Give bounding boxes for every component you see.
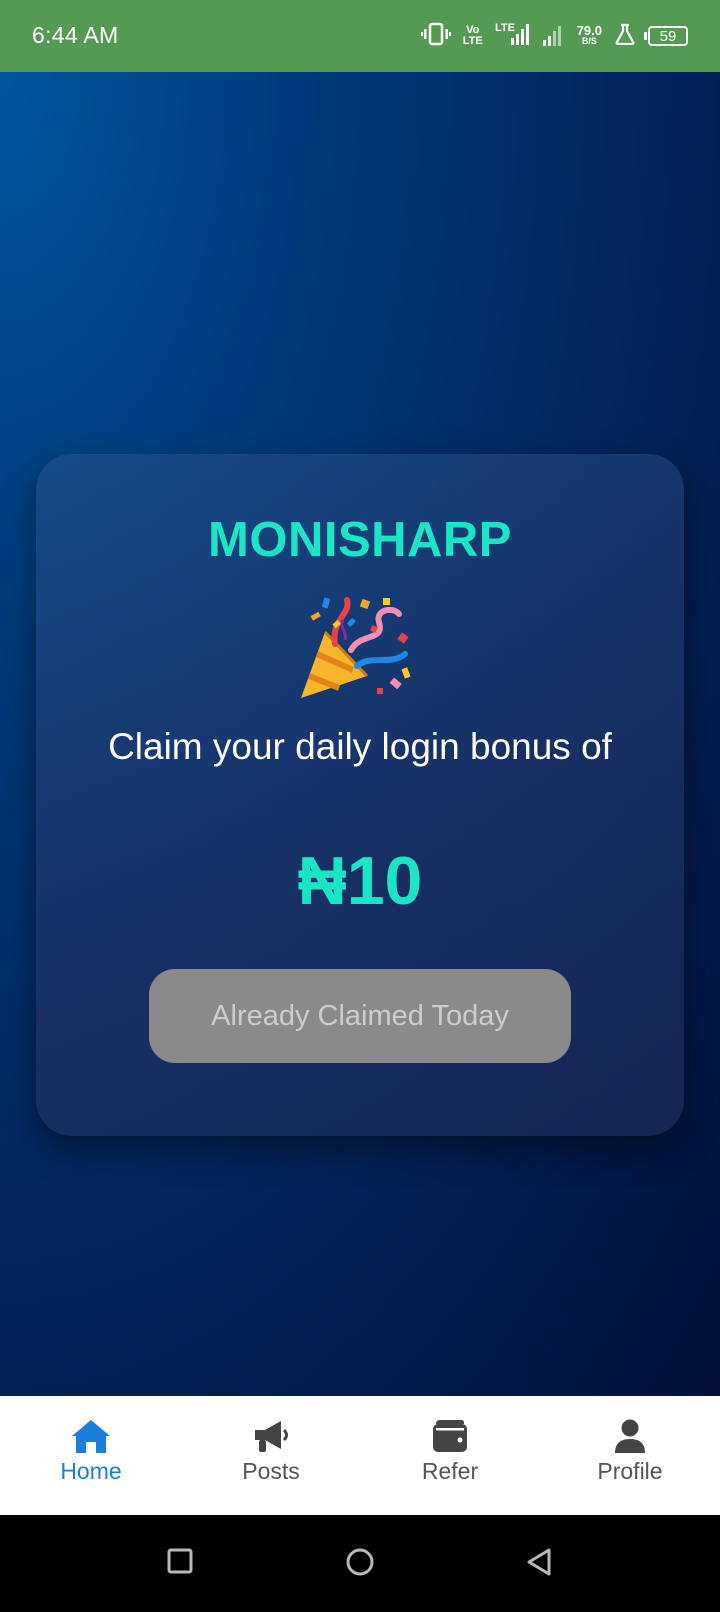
lab-flask-icon xyxy=(614,23,636,50)
volte-icon: Vo LTE xyxy=(463,25,483,47)
claim-bonus-button[interactable]: Already Claimed Today xyxy=(149,969,571,1063)
home-icon xyxy=(72,1420,110,1453)
system-nav-bar xyxy=(0,1515,720,1612)
nav-item-home[interactable]: Home xyxy=(0,1396,182,1515)
status-icons: Vo LTE LTE 79.0 B/S 59 xyxy=(420,18,688,54)
nav-label-home: Home xyxy=(60,1458,122,1484)
nav-label-refer: Refer xyxy=(421,1458,479,1484)
status-bar: 6:44 AM Vo LTE LTE 79.0 B/S 59 xyxy=(0,0,720,72)
recent-apps-icon[interactable] xyxy=(166,1547,194,1580)
network-speed-value: 79.0 xyxy=(576,23,602,38)
status-time: 6:44 AM xyxy=(32,22,119,48)
vibrate-icon xyxy=(420,21,451,52)
bonus-amount: ₦10 xyxy=(297,843,423,919)
wallet-icon xyxy=(433,1420,467,1452)
nav-item-refer[interactable]: Refer xyxy=(360,1396,540,1515)
daily-bonus-card: MONISHARP Claim your daily login bonus o… xyxy=(36,454,684,1136)
signal-icon xyxy=(542,22,565,51)
brand-title: MONISHARP xyxy=(208,513,512,567)
party-popper-icon xyxy=(295,592,413,704)
user-icon xyxy=(615,1419,645,1453)
bonus-message: Claim your daily login bonus of xyxy=(108,726,612,767)
nav-item-profile[interactable]: Profile xyxy=(540,1396,720,1515)
network-speed: 79.0 B/S xyxy=(576,23,602,47)
bottom-nav: Home Posts Refer Profile xyxy=(0,1396,720,1515)
lte-signal-icon: LTE xyxy=(495,21,531,52)
main-content: MONISHARP Claim your daily login bonus o… xyxy=(0,72,720,1396)
nav-label-posts: Posts xyxy=(242,1458,300,1484)
battery-icon: 59 xyxy=(644,26,688,46)
volte-bottom-label: LTE xyxy=(462,35,483,47)
battery-level: 59 xyxy=(659,27,677,45)
nav-item-posts[interactable]: Posts xyxy=(182,1396,360,1515)
home-circle-icon[interactable] xyxy=(345,1547,375,1582)
back-icon[interactable] xyxy=(525,1547,553,1582)
megaphone-icon xyxy=(255,1421,288,1452)
app-screen: 6:44 AM Vo LTE LTE 79.0 B/S 59 MONISHARP… xyxy=(0,0,720,1612)
nav-label-profile: Profile xyxy=(597,1458,663,1484)
lte-label: LTE xyxy=(495,22,515,34)
network-speed-unit: B/S xyxy=(581,36,597,46)
